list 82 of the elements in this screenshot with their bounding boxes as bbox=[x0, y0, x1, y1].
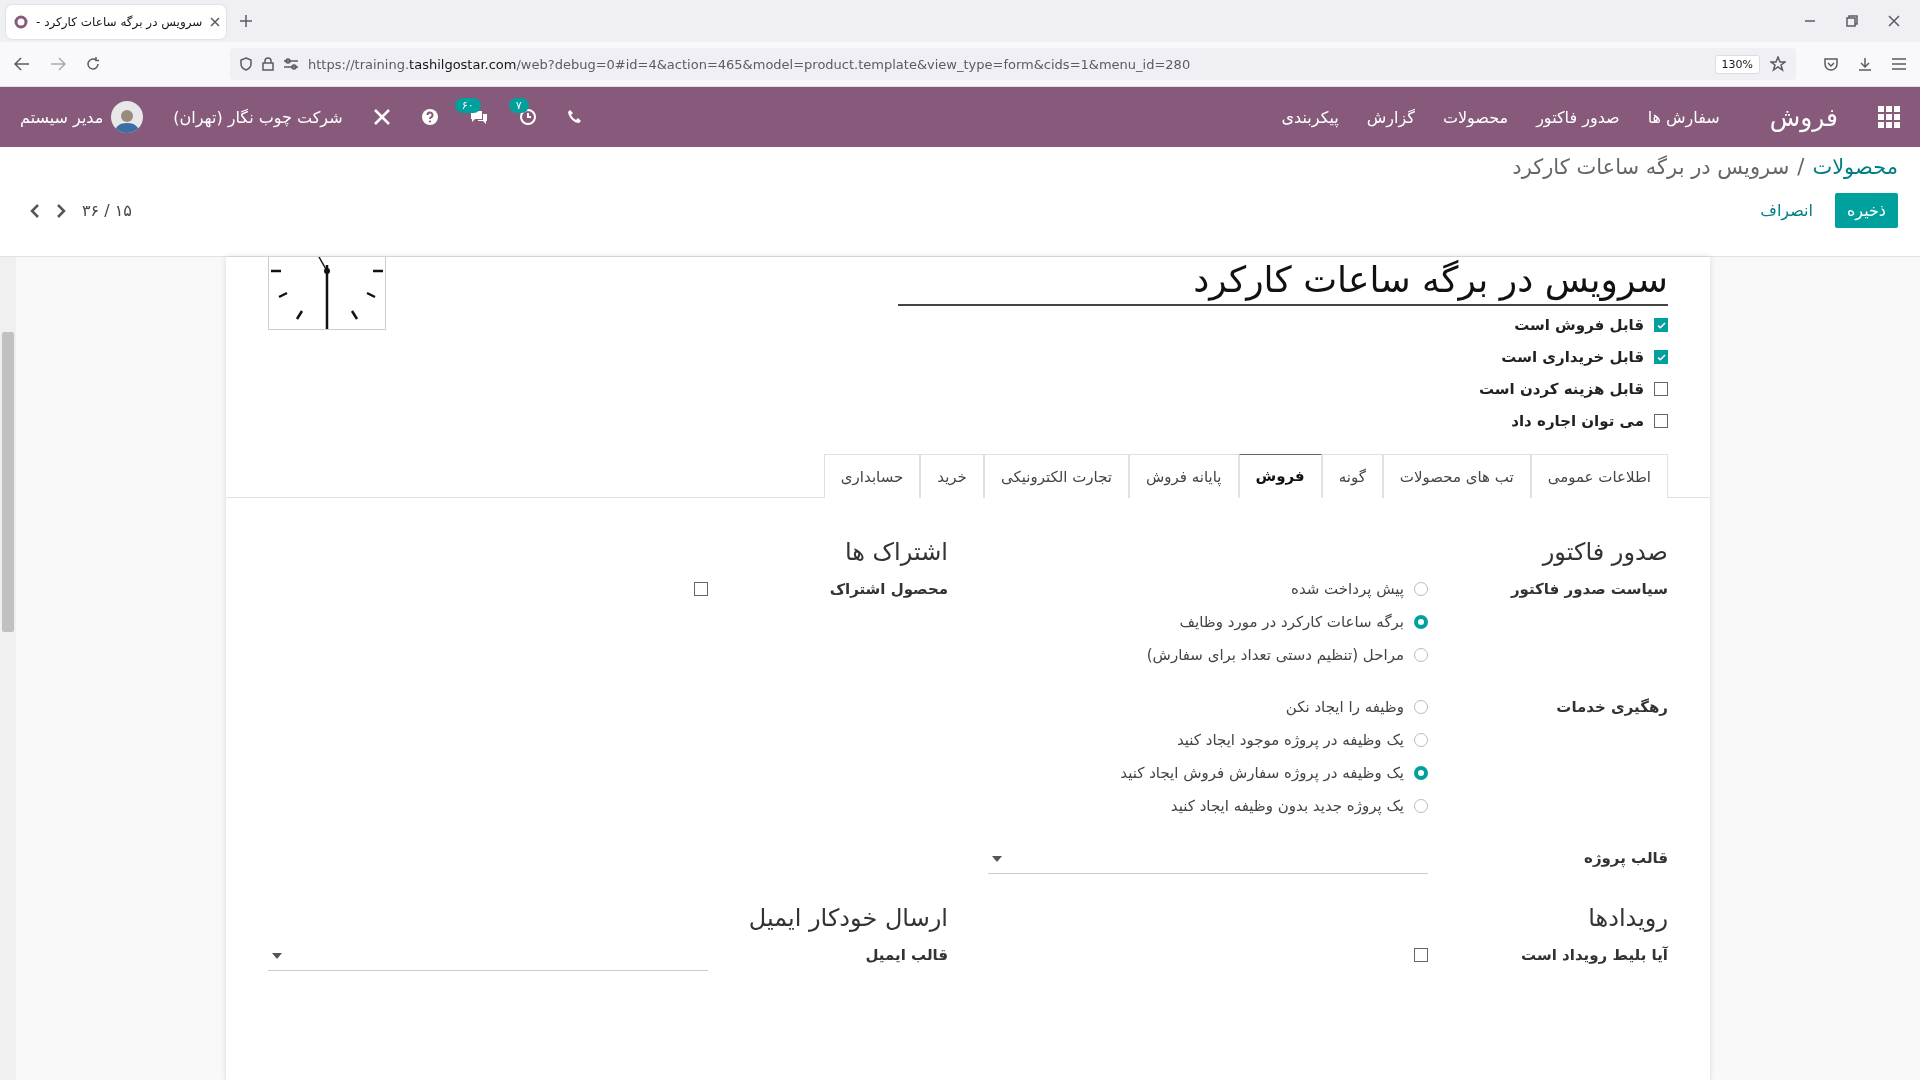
radio-label: پیش پرداخت شده bbox=[1291, 580, 1404, 598]
clock-image[interactable] bbox=[268, 257, 386, 330]
restore-icon[interactable] bbox=[1846, 15, 1858, 27]
form-tab[interactable]: گونه bbox=[1321, 454, 1383, 498]
field-label: آیا بلیط رویداد است bbox=[1520, 945, 1668, 964]
previous-icon[interactable] bbox=[30, 202, 40, 219]
shield-icon bbox=[240, 57, 252, 71]
checkbox[interactable] bbox=[1654, 382, 1668, 396]
menu-item[interactable]: گزارش bbox=[1366, 107, 1415, 127]
menu-item[interactable]: سفارش ها bbox=[1647, 107, 1720, 127]
help-icon[interactable] bbox=[420, 108, 439, 126]
form-tab[interactable]: پایانه فروش bbox=[1129, 454, 1239, 498]
star-icon[interactable] bbox=[1770, 56, 1786, 72]
sliders-icon[interactable] bbox=[284, 58, 298, 70]
breadcrumb-separator: / bbox=[1797, 155, 1805, 179]
chat-icon[interactable] bbox=[468, 108, 489, 126]
radio-button[interactable] bbox=[1414, 766, 1428, 780]
pocket-icon[interactable] bbox=[1824, 57, 1838, 71]
form-tab[interactable]: اطلاعات عمومی bbox=[1530, 454, 1668, 498]
menu-item[interactable]: صدور فاکتور bbox=[1536, 107, 1620, 127]
favicon-icon bbox=[14, 15, 28, 29]
discard-button[interactable]: انصراف bbox=[1754, 200, 1819, 221]
field-label: قالب ایمیل bbox=[864, 945, 948, 964]
field-label: محصول اشتراک bbox=[828, 579, 948, 598]
message-count-badge: ۶۰ bbox=[454, 98, 481, 113]
back-arrow-icon[interactable] bbox=[14, 57, 30, 71]
close-icon[interactable] bbox=[1888, 15, 1900, 27]
radio-label: یک وظیفه در پروژه موجود ایجاد کنید bbox=[1176, 731, 1404, 749]
field-label: سیاست صدور فاکتور bbox=[1509, 579, 1668, 598]
checkbox-label: می توان اجاره داد bbox=[1511, 412, 1644, 430]
field-label: قالب پروژه bbox=[1583, 848, 1668, 867]
caret-icon bbox=[272, 953, 282, 959]
zoom-level[interactable]: 130% bbox=[1714, 54, 1760, 74]
plus-icon[interactable] bbox=[240, 15, 252, 27]
checkbox-label: قابل خریداری است bbox=[1501, 348, 1644, 366]
download-icon[interactable] bbox=[1858, 57, 1872, 71]
checkbox[interactable] bbox=[694, 582, 708, 596]
caret-icon bbox=[992, 856, 1002, 862]
form-tab[interactable]: حسابداری bbox=[823, 454, 921, 498]
product-name-field[interactable]: سرویس در برگه ساعات کارکرد bbox=[898, 257, 1668, 306]
company-name[interactable]: شرکت چوب نگار (تهران) bbox=[173, 107, 343, 127]
user-avatar[interactable] bbox=[111, 101, 144, 133]
checkbox[interactable] bbox=[1654, 414, 1668, 428]
section-title: رویدادها bbox=[1587, 904, 1668, 932]
form-tab[interactable]: خرید bbox=[920, 454, 984, 498]
user-name[interactable]: مدیر سیستم bbox=[20, 107, 104, 127]
checkbox[interactable] bbox=[1414, 948, 1428, 962]
form-tab[interactable]: فروش bbox=[1238, 454, 1322, 498]
next-icon[interactable] bbox=[56, 202, 66, 219]
checkbox-label: قابل هزینه کردن است bbox=[1478, 380, 1644, 398]
section-title: ارسال خودکار ایمیل bbox=[747, 904, 948, 932]
form-tab[interactable]: تب های محصولات bbox=[1382, 454, 1531, 498]
checkbox[interactable] bbox=[1654, 318, 1668, 332]
reload-icon[interactable] bbox=[86, 57, 100, 71]
radio-label: مراحل (تنظیم دستی تعداد برای سفارش) bbox=[1146, 646, 1404, 664]
radio-label: وظیفه را ایجاد نکن bbox=[1285, 698, 1404, 716]
close-icon[interactable] bbox=[210, 17, 221, 27]
app-name[interactable]: فروش bbox=[1769, 102, 1838, 132]
radio-label: یک وظیفه در پروژه سفارش فروش ایجاد کنید bbox=[1120, 764, 1404, 782]
radio-button[interactable] bbox=[1414, 615, 1428, 629]
radio-label: یک پروژه جدید بدون وظیفه ایجاد کنید bbox=[1170, 797, 1404, 815]
clock-icon[interactable] bbox=[518, 108, 537, 126]
breadcrumb-link[interactable]: محصولات bbox=[1812, 155, 1898, 179]
apps-grid-icon[interactable] bbox=[1878, 106, 1900, 128]
radio-label: برگه ساعات کارکرد در مورد وظایف bbox=[1179, 613, 1404, 631]
pager-counter[interactable]: ۳۶ / ۱۵ bbox=[82, 201, 132, 220]
menu-icon[interactable] bbox=[1892, 58, 1906, 70]
menu-item[interactable]: محصولات bbox=[1442, 107, 1509, 127]
scrollbar[interactable] bbox=[0, 257, 16, 1080]
form-tab[interactable]: تجارت الکترونیکی bbox=[983, 454, 1130, 498]
checkbox[interactable] bbox=[1654, 350, 1668, 364]
phone-icon[interactable] bbox=[566, 109, 583, 125]
menu-item[interactable]: پیکربندی bbox=[1281, 107, 1339, 127]
address-bar[interactable]: https://training.tashilgostar.com/web?debug=0#id=4&action=465&model=product.template&view_type=form&cids=1&menu_id=280 130% bbox=[230, 48, 1796, 80]
lock-icon bbox=[262, 57, 274, 71]
section-title: اشتراک ها bbox=[844, 538, 948, 566]
browser-tab[interactable]: سرویس در برگه ساعات کارکرد - bbox=[6, 5, 226, 39]
field-label: رهگیری خدمات bbox=[1555, 697, 1668, 716]
checkbox-label: قابل فروش است bbox=[1514, 316, 1644, 334]
section-title: صدور فاکتور bbox=[1540, 538, 1668, 566]
breadcrumb-current: سرویس در برگه ساعات کارکرد bbox=[1512, 155, 1790, 179]
activity-count-badge: ۷ bbox=[508, 98, 529, 113]
